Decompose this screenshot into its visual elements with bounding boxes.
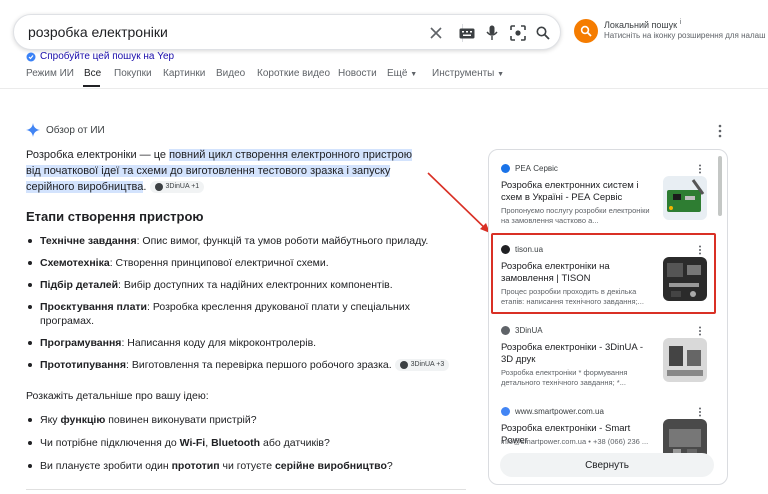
extension-search-icon[interactable] (574, 19, 598, 43)
source-snippet: Розробка електроніки * формування деталь… (501, 368, 628, 387)
try-yep-label[interactable]: Спробуйте цей пошук на Yep (40, 51, 174, 62)
sparkle-icon (26, 123, 40, 137)
search-box[interactable]: розробка електроніки (13, 14, 561, 50)
tab-ai-mode[interactable]: Режим ИИ (26, 68, 74, 79)
tab-more[interactable]: Ещё ▼ (387, 68, 417, 79)
list-item: Програмування: Написання коду для мікрок… (26, 336, 466, 350)
list-item: Технічне завдання: Опис вимог, функцій т… (26, 234, 466, 248)
source-card[interactable]: РЕА Сервіс Розробка електронних систем і… (489, 164, 727, 240)
source-favicon-icon (154, 183, 163, 192)
tab-news[interactable]: Новости (338, 68, 377, 79)
more-options-icon[interactable] (716, 124, 724, 138)
more-options-icon[interactable] (697, 326, 703, 336)
more-options-icon[interactable] (697, 407, 703, 417)
list-item: Схемотехніка: Створення принципової елек… (26, 256, 466, 270)
source-site: 3DinUA (501, 326, 543, 335)
extension-subtitle: Натисніть на іконку розширення для налаш (604, 31, 766, 40)
ai-overview-intro: Розробка електроніки — це повний цикл ст… (26, 149, 413, 194)
thumbnail-image (663, 338, 707, 382)
more-options-icon[interactable] (697, 164, 703, 174)
info-mark: i (679, 19, 682, 26)
tab-short-videos[interactable]: Короткие видео (257, 68, 330, 79)
tab-images[interactable]: Картинки (163, 68, 205, 79)
source-site: www.smartpower.com.ua (501, 407, 604, 416)
sources-panel: РЕА Сервіс Розробка електронних систем і… (488, 149, 728, 485)
site-favicon-icon (501, 326, 510, 335)
source-title[interactable]: Розробка електронних систем і схем в Укр… (501, 180, 651, 204)
list-item: Підбір деталей: Вибір доступних та надій… (26, 278, 466, 292)
ai-overview-title: Обзор от ИИ (46, 124, 105, 136)
questions-list: Яку функцію повинен виконувати пристрій?… (26, 413, 466, 482)
divider (26, 489, 466, 490)
collapse-button[interactable]: Свернуть (500, 453, 714, 477)
source-site: РЕА Сервіс (501, 164, 558, 173)
site-favicon-icon (501, 407, 510, 416)
tab-videos[interactable]: Видео (216, 68, 245, 79)
keyboard-icon[interactable] (457, 23, 477, 43)
chevron-down-icon: ▼ (410, 71, 418, 78)
list-item: Проєктування плати: Розробка креслення д… (26, 300, 466, 328)
list-item: Прототипування: Виготовлення та перевірк… (26, 358, 466, 372)
tab-tools[interactable]: Инструменты ▼ (432, 68, 504, 79)
steps-list: Технічне завдання: Опис вимог, функцій т… (26, 234, 466, 380)
yep-icon (26, 52, 36, 61)
scrollbar[interactable] (718, 156, 722, 216)
list-item: Ви плануєте зробити один прототип чи гот… (26, 459, 466, 473)
source-title[interactable]: Розробка електроніки - 3DinUA - 3D друк (501, 342, 651, 366)
search-icon[interactable] (533, 23, 553, 43)
list-item: Яку функцію повинен виконувати пристрій? (26, 413, 466, 427)
active-tab-indicator (83, 85, 100, 87)
source-chip[interactable]: 3DinUA +3 (394, 359, 450, 372)
tab-all[interactable]: Все (84, 68, 101, 79)
chevron-down-icon: ▼ (497, 71, 505, 78)
annotation-highlight-box (491, 233, 716, 314)
clear-icon[interactable] (426, 23, 446, 43)
try-yep-link[interactable]: Спробуйте цей пошук на Yep (26, 51, 174, 62)
section-title: Етапи створення пристрою (26, 209, 204, 224)
thumbnail-image (663, 176, 707, 220)
lens-icon[interactable] (508, 23, 528, 43)
source-card[interactable]: 3DinUA Розробка електроніки - 3DinUA - 3… (489, 326, 727, 402)
search-input[interactable]: розробка електроніки (28, 24, 168, 40)
source-chip[interactable]: 3DinUA +1 (149, 181, 205, 194)
source-favicon-icon (399, 361, 408, 370)
tab-shopping[interactable]: Покупки (114, 68, 152, 79)
tabs-divider (0, 88, 768, 89)
list-item: Чи потрібне підключення до Wi-Fi, Blueto… (26, 436, 466, 450)
ai-overview-header: Обзор от ИИ (26, 123, 105, 137)
ask-label: Розкажіть детальніше про вашу ідею: (26, 390, 209, 402)
microphone-icon[interactable] (482, 23, 502, 43)
source-snippet: info@smartpower.com.ua • +38 (066) 236 .… (501, 437, 649, 446)
extension-title: Локальний пошук i (604, 19, 682, 30)
site-favicon-icon (501, 164, 510, 173)
source-snippet: Пропонуємо послугу розробки електроніки … (501, 206, 650, 225)
